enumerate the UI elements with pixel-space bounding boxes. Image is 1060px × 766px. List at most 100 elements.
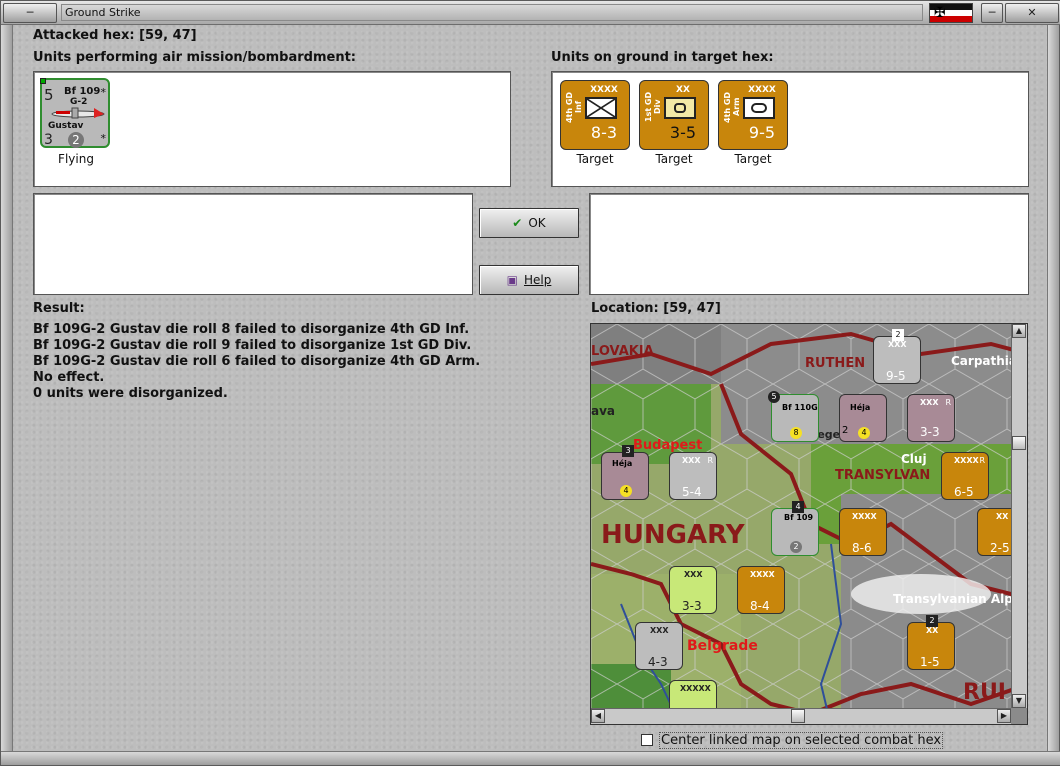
map-place-label: Budapest — [633, 438, 703, 453]
map-unit-badge: 2 — [842, 425, 849, 436]
ground-unit-status: Target — [576, 152, 614, 166]
map-unit-strength: 8-4 — [750, 599, 770, 613]
ground-units-panel: 4th GD Inf XXXX 8-3 Target 1st GD Div XX… — [551, 71, 1029, 187]
map-unit-strength: 4-3 — [648, 655, 668, 669]
window-menu-button[interactable]: ─ — [3, 3, 57, 23]
map-unit-badge: 2 — [926, 615, 938, 627]
map-unit-strength: 8 — [790, 427, 802, 439]
infantry-symbol-icon — [585, 97, 617, 119]
map-unit-text: XXXX — [954, 456, 979, 465]
map-place-label: LOVAKIA — [591, 344, 654, 359]
map-unit-text: XXXX — [852, 512, 877, 521]
map-unit-strength: 4 — [858, 427, 870, 439]
map-unit-counter[interactable]: XX 1-5 2 — [907, 615, 955, 670]
air-unit-top-left: 5 — [44, 86, 54, 104]
map-unit-strength: 2 — [790, 541, 802, 553]
map-unit-text: XXXXX — [680, 684, 711, 693]
map-unit-counter[interactable]: XXX 9-5 2 — [873, 329, 921, 384]
map-unit-strength: 3-3 — [682, 599, 702, 613]
map-unit-text: XXX — [650, 626, 669, 635]
map-horizontal-scrollbar[interactable]: ◀ ▶ — [591, 708, 1011, 724]
center-map-checkbox-label: Center linked map on selected combat hex — [659, 732, 944, 749]
map-unit-counter[interactable]: XXX 3-3 — [669, 566, 717, 614]
map-unit-strength: 4 — [620, 485, 632, 497]
status-dot-icon — [40, 78, 46, 84]
scroll-up-arrow-icon[interactable]: ▲ — [1012, 324, 1026, 338]
map-unit-counter[interactable]: XXXX 8-6 — [839, 508, 887, 556]
ground-unit-side-label: 4th GD Inf — [565, 91, 583, 123]
air-units-label: Units performing air mission/bombardment… — [33, 50, 357, 65]
map-unit-counter[interactable]: Héja 4 3 — [601, 445, 649, 500]
map-place-label: Transylvanian Alp — [893, 592, 1013, 606]
attacked-hex-label: Attacked hex: [59, 47] — [33, 28, 197, 43]
map-unit-counter[interactable]: XXX 3-3 R — [907, 394, 955, 442]
map-place-label: Belgrade — [687, 638, 758, 654]
map-unit-badge: R — [979, 456, 985, 465]
ground-unit-strength: 3-5 — [669, 123, 697, 142]
linked-map[interactable]: LOVAKIA RUTHEN Carpathia ava Budapest Sz… — [590, 323, 1028, 725]
map-unit-text: XXX — [682, 456, 701, 465]
map-unit-badge: R — [945, 398, 951, 407]
map-unit-badge: R — [707, 456, 713, 465]
result-label: Result: — [33, 301, 85, 316]
minimize-button[interactable]: ─ — [981, 3, 1003, 23]
close-button[interactable]: ✕ — [1005, 3, 1059, 23]
map-place-label: RUI — [963, 680, 1006, 705]
result-line: Bf 109G-2 Gustav die roll 9 failed to di… — [33, 338, 472, 353]
book-icon: ▣ — [506, 273, 518, 287]
map-unit-strength: 3-3 — [920, 425, 940, 439]
ground-unit-size: XXXX — [590, 85, 618, 95]
center-map-checkbox[interactable] — [641, 734, 653, 746]
map-unit-text: XX — [996, 512, 1009, 521]
scroll-down-arrow-icon[interactable]: ▼ — [1012, 694, 1026, 708]
result-line: Bf 109G-2 Gustav die roll 8 failed to di… — [33, 322, 470, 337]
map-vertical-scrollbar[interactable]: ▲ ▼ — [1011, 324, 1027, 708]
ground-unit-side-label: 4th GD Arm — [723, 91, 741, 123]
ground-unit-counter[interactable]: 1st GD Div XX 3-5 — [639, 80, 709, 150]
map-unit-strength: 6-5 — [954, 485, 974, 499]
ground-unit-strength: 8-3 — [590, 123, 618, 142]
map-unit-text: Héja — [612, 459, 633, 468]
map-place-label: Carpathia — [951, 354, 1017, 368]
map-unit-strength: 9-5 — [886, 369, 906, 383]
check-icon: ✔ — [512, 216, 523, 230]
map-unit-strength: 1-5 — [920, 655, 940, 669]
ground-unit-size: XX — [676, 85, 690, 95]
division-symbol-icon — [664, 97, 696, 119]
air-unit-pilot: Gustav — [48, 121, 84, 131]
ok-button[interactable]: ✔ OK — [479, 208, 579, 238]
map-unit-counter[interactable]: Héja 4 2 — [839, 394, 887, 442]
map-unit-counter[interactable]: Bf 110G 8 5 — [768, 391, 819, 442]
map-unit-text: XX — [926, 626, 939, 635]
air-units-panel: 5 Bf 109 * G-2 Gustav 3 2 * Flying — [33, 71, 511, 187]
map-unit-text: XXX — [684, 570, 703, 579]
result-line: 0 units were disorganized. — [33, 386, 228, 401]
ground-strike-window: ─ Ground Strike ✠ ─ ✕ Attacked hex: [59,… — [0, 0, 1060, 766]
map-unit-counter[interactable]: XXXX 6-5 R — [941, 452, 989, 500]
ground-unit-status: Target — [655, 152, 693, 166]
map-place-label: TRANSYLVAN — [835, 468, 931, 483]
ground-units-label: Units on ground in target hex: — [551, 50, 774, 65]
map-place-label: HUNGARY — [601, 520, 745, 550]
ground-detail-panel — [589, 193, 1029, 295]
air-unit-star-bottom: * — [100, 132, 107, 145]
air-unit-bottom-left: 3 — [44, 132, 53, 148]
air-detail-panel — [33, 193, 473, 295]
scroll-right-arrow-icon[interactable]: ▶ — [997, 709, 1011, 723]
map-unit-counter[interactable]: Bf 109 2 4 — [771, 501, 819, 556]
vertical-scroll-thumb[interactable] — [1012, 436, 1026, 450]
center-map-checkbox-row[interactable]: Center linked map on selected combat hex — [641, 732, 944, 749]
map-unit-text: XXX — [888, 340, 907, 349]
map-unit-counter[interactable]: XXX 4-3 — [635, 622, 683, 670]
scroll-left-arrow-icon[interactable]: ◀ — [591, 709, 605, 723]
ground-unit-counter[interactable]: 4th GD Inf XXXX 8-3 — [560, 80, 630, 150]
air-unit-name: Bf 109 — [64, 86, 101, 97]
air-unit-counter[interactable]: 5 Bf 109 * G-2 Gustav 3 2 * — [40, 78, 110, 148]
horizontal-scroll-thumb[interactable] — [791, 709, 805, 723]
ground-unit-counter[interactable]: 4th GD Arm XXXX 9-5 — [718, 80, 788, 150]
map-unit-counter[interactable]: XXX 5-4 R — [669, 452, 717, 500]
result-line: Bf 109G-2 Gustav die roll 6 failed to di… — [33, 354, 481, 369]
help-button[interactable]: ▣ Help — [479, 265, 579, 295]
map-unit-counter[interactable]: XXXX 8-4 — [737, 566, 785, 614]
right-frame — [1047, 25, 1059, 753]
